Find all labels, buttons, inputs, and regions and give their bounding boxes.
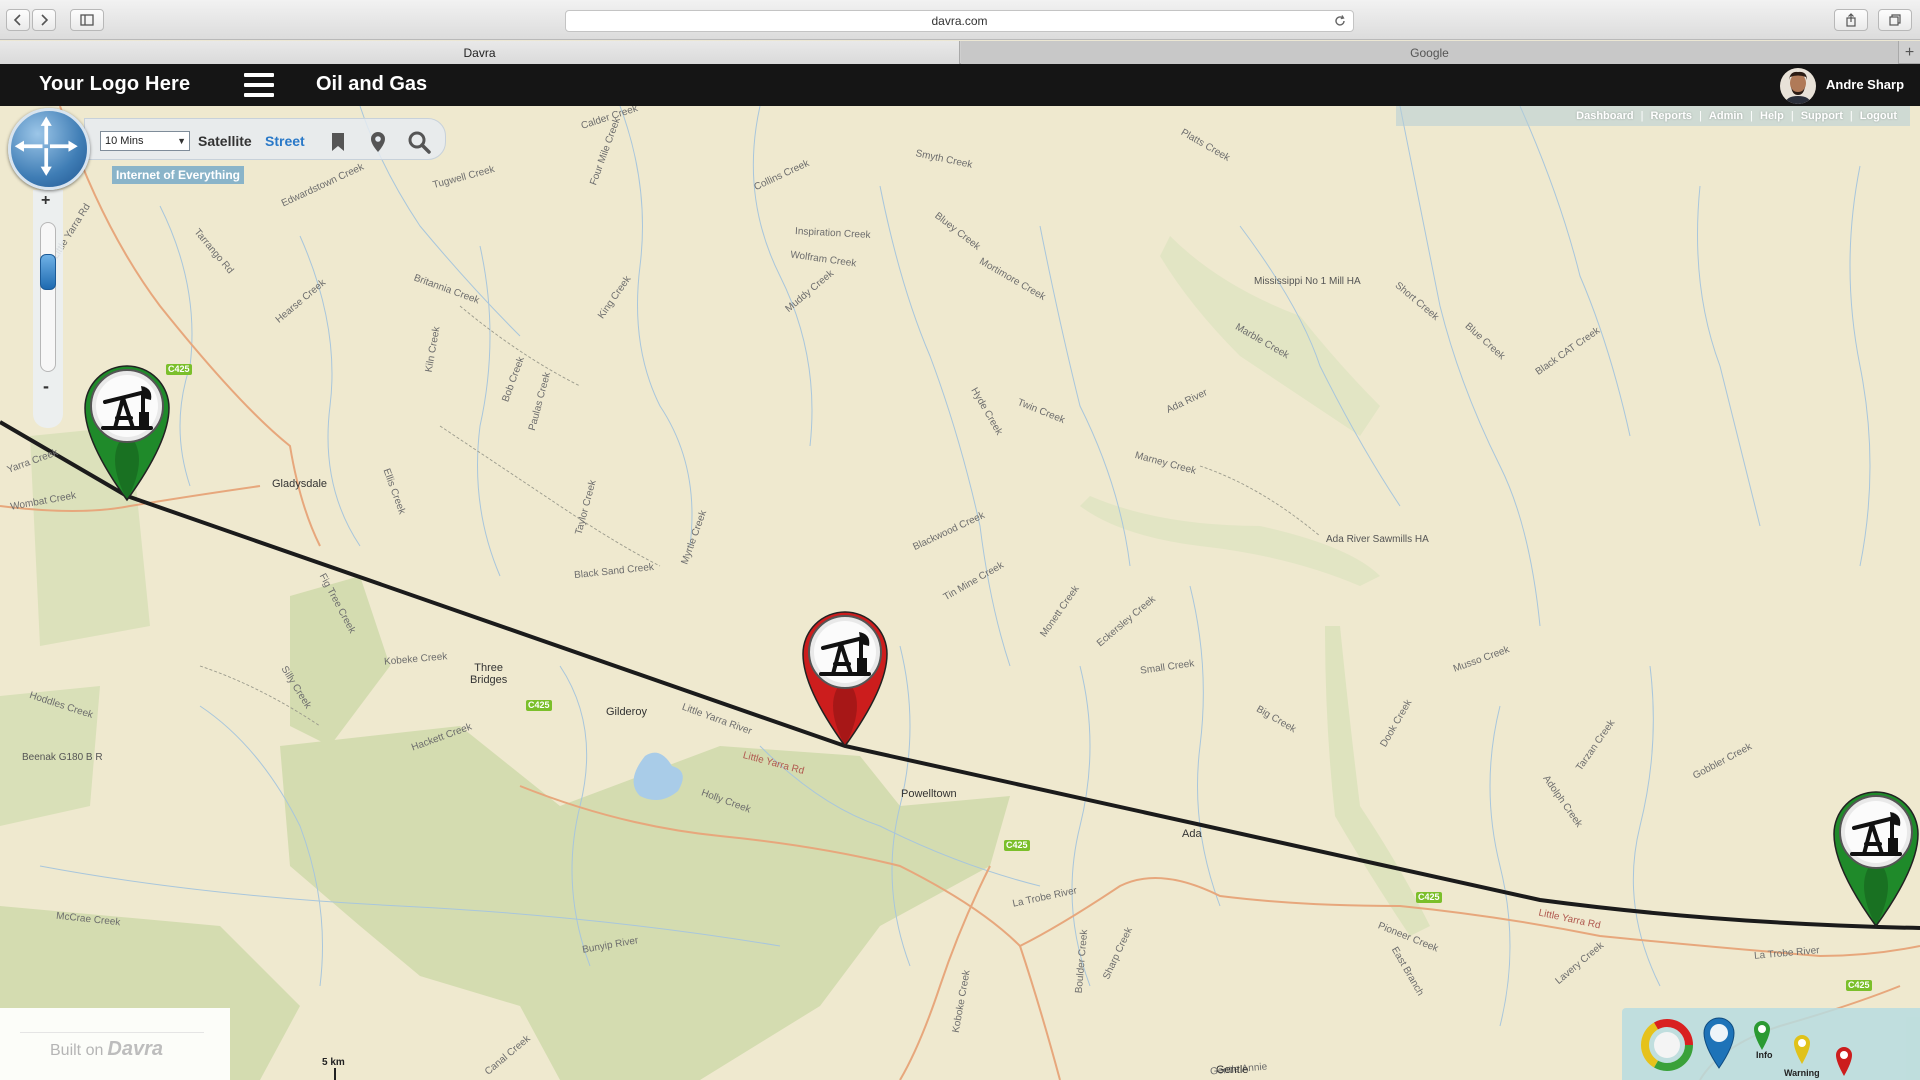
top-nav: Dashboard | Reports | Admin | Help | Support… bbox=[1396, 106, 1910, 126]
nav-dashboard[interactable]: Dashboard bbox=[1576, 110, 1633, 122]
user-name[interactable]: Andre Sharp bbox=[1826, 77, 1904, 92]
share-button[interactable] bbox=[1834, 9, 1868, 31]
scale-bar bbox=[334, 1068, 336, 1080]
logo[interactable]: Your Logo Here bbox=[39, 73, 190, 96]
time-window-select[interactable]: 10 Mins ▼ bbox=[100, 131, 190, 151]
zoom-slider[interactable] bbox=[40, 222, 56, 372]
warning-pin-icon bbox=[1794, 1035, 1810, 1064]
scale-label: 5 km bbox=[322, 1057, 345, 1068]
pump-jack-icon bbox=[802, 611, 888, 748]
town-label: Gilderoy bbox=[606, 706, 647, 718]
browser-toolbar: davra.com bbox=[0, 0, 1920, 40]
town-label: Powelltown bbox=[901, 788, 957, 800]
town-label: Gentle bbox=[1216, 1064, 1249, 1076]
chevron-left-icon bbox=[13, 14, 21, 26]
zoom-out-button[interactable]: - bbox=[43, 376, 49, 397]
tab-bar: Davra Google + bbox=[0, 41, 1920, 64]
town-label: Ada bbox=[1182, 828, 1202, 840]
legend-info-label: Info bbox=[1756, 1050, 1773, 1060]
share-icon bbox=[1846, 13, 1856, 27]
alert-pin-icon bbox=[1836, 1047, 1852, 1076]
new-tab-button[interactable]: + bbox=[1898, 41, 1920, 64]
pump-jack-icon bbox=[1833, 791, 1919, 928]
location-pin-icon[interactable] bbox=[365, 129, 391, 155]
town-label: Three Bridges bbox=[470, 662, 508, 686]
built-on-badge[interactable]: Built on Davra bbox=[0, 1008, 230, 1080]
town-label: Gladysdale bbox=[272, 478, 328, 490]
chevron-down-icon: ▼ bbox=[177, 136, 186, 146]
satellite-view-button[interactable]: Satellite bbox=[198, 133, 252, 149]
nav-support[interactable]: Support bbox=[1801, 110, 1843, 122]
pan-control[interactable] bbox=[8, 108, 90, 190]
tabs-overview-button[interactable] bbox=[1878, 9, 1912, 31]
sidebar-toggle-button[interactable] bbox=[70, 9, 104, 31]
road-shield: C425 bbox=[1846, 980, 1872, 991]
zoom-slider-handle[interactable] bbox=[40, 253, 56, 290]
sidebar-icon bbox=[80, 14, 94, 26]
menu-icon[interactable] bbox=[244, 73, 274, 98]
reload-icon[interactable] bbox=[1333, 14, 1347, 28]
back-button[interactable] bbox=[6, 9, 30, 31]
tab-google[interactable]: Google bbox=[961, 41, 1898, 64]
map-canvas[interactable]: Calder Creek Little Yarra Rd Four Mile C… bbox=[0, 106, 1920, 1080]
info-pin-icon bbox=[1754, 1021, 1770, 1050]
chevron-right-icon bbox=[41, 14, 49, 26]
road-shield: C425 bbox=[1004, 840, 1030, 851]
well-marker-west[interactable] bbox=[81, 362, 173, 502]
nav-logout[interactable]: Logout bbox=[1860, 110, 1897, 122]
zoom-in-button[interactable]: + bbox=[41, 192, 50, 210]
nav-reports[interactable]: Reports bbox=[1650, 110, 1692, 122]
legend-panel: Info Warning bbox=[1622, 1008, 1920, 1080]
map-label: Beenak G180 B R bbox=[22, 752, 103, 763]
page-title: Oil and Gas bbox=[316, 73, 428, 95]
ioe-badge: Internet of Everything bbox=[112, 166, 245, 184]
bookmark-icon[interactable] bbox=[325, 129, 351, 155]
built-on-text: Built on bbox=[50, 1042, 104, 1059]
status-ring-icon[interactable] bbox=[1640, 1018, 1694, 1072]
tabs-icon bbox=[1889, 14, 1901, 26]
well-marker-east[interactable] bbox=[1830, 788, 1920, 928]
app-header: Your Logo Here Oil and Gas Andre Sharp bbox=[0, 64, 1920, 106]
address-bar[interactable]: davra.com bbox=[565, 10, 1354, 32]
nav-help[interactable]: Help bbox=[1760, 110, 1784, 122]
pump-jack-icon bbox=[84, 365, 170, 502]
street-view-button[interactable]: Street bbox=[265, 133, 305, 149]
road-shield: C425 bbox=[1416, 892, 1442, 903]
map-label: Ada River Sawmills HA bbox=[1326, 534, 1429, 545]
blue-pin-icon[interactable] bbox=[1702, 1016, 1736, 1070]
search-icon[interactable] bbox=[406, 129, 432, 155]
well-marker-central[interactable] bbox=[799, 608, 891, 748]
davra-logo: Davra bbox=[107, 1038, 163, 1060]
time-window-value: 10 Mins bbox=[105, 135, 144, 147]
pan-arrows-icon bbox=[14, 116, 78, 176]
user-avatar-icon bbox=[1780, 68, 1816, 104]
map-label: Mississippi No 1 Mill HA bbox=[1254, 276, 1361, 287]
forward-button[interactable] bbox=[32, 9, 56, 31]
road-shield: C425 bbox=[526, 700, 552, 711]
legend-warning-label: Warning bbox=[1784, 1068, 1820, 1078]
nav-admin[interactable]: Admin bbox=[1709, 110, 1743, 122]
avatar[interactable] bbox=[1780, 68, 1816, 104]
url-text: davra.com bbox=[931, 14, 988, 28]
tab-davra[interactable]: Davra bbox=[0, 41, 960, 64]
